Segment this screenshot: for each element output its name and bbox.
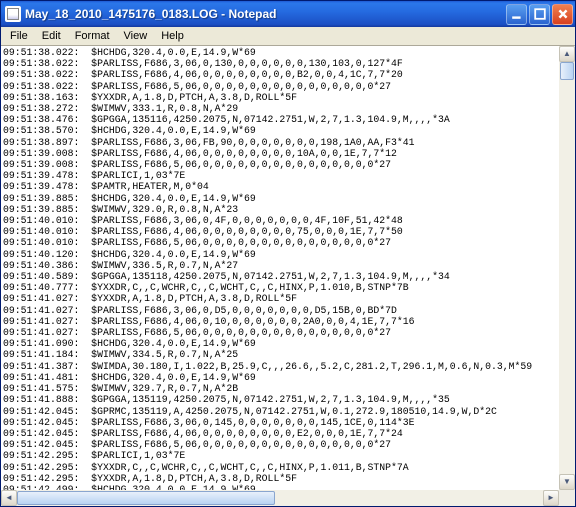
close-button[interactable] <box>552 4 573 25</box>
maximize-button[interactable] <box>529 4 550 25</box>
scroll-up-button[interactable]: ▲ <box>559 46 575 62</box>
text-editor[interactable]: 09:51:38.022: $HCHDG,320.4,0.0,E,14.9,W*… <box>1 46 559 490</box>
horizontal-scroll-track[interactable] <box>17 490 543 506</box>
menu-help[interactable]: Help <box>154 28 191 44</box>
vertical-scroll-track[interactable] <box>559 62 575 474</box>
minimize-button[interactable] <box>506 4 527 25</box>
scroll-left-button[interactable]: ◄ <box>1 490 17 506</box>
menu-file[interactable]: File <box>3 28 35 44</box>
horizontal-scroll-thumb[interactable] <box>17 491 275 505</box>
window-title: May_18_2010_1475176_0183.LOG - Notepad <box>25 7 506 21</box>
window-controls <box>506 4 573 25</box>
notepad-icon <box>5 6 21 22</box>
content-area: 09:51:38.022: $HCHDG,320.4,0.0,E,14.9,W*… <box>1 46 575 506</box>
menubar: File Edit Format View Help <box>1 27 575 46</box>
scroll-right-button[interactable]: ► <box>543 490 559 506</box>
titlebar[interactable]: May_18_2010_1475176_0183.LOG - Notepad <box>1 1 575 27</box>
menu-format[interactable]: Format <box>68 28 117 44</box>
horizontal-scrollbar[interactable]: ◄ ► <box>1 490 559 506</box>
scroll-down-button[interactable]: ▼ <box>559 474 575 490</box>
vertical-scrollbar[interactable]: ▲ ▼ <box>559 46 575 490</box>
scrollbar-corner <box>559 490 575 506</box>
menu-view[interactable]: View <box>117 28 155 44</box>
menu-edit[interactable]: Edit <box>35 28 68 44</box>
vertical-scroll-thumb[interactable] <box>560 62 574 80</box>
notepad-window: May_18_2010_1475176_0183.LOG - Notepad F… <box>0 0 576 507</box>
